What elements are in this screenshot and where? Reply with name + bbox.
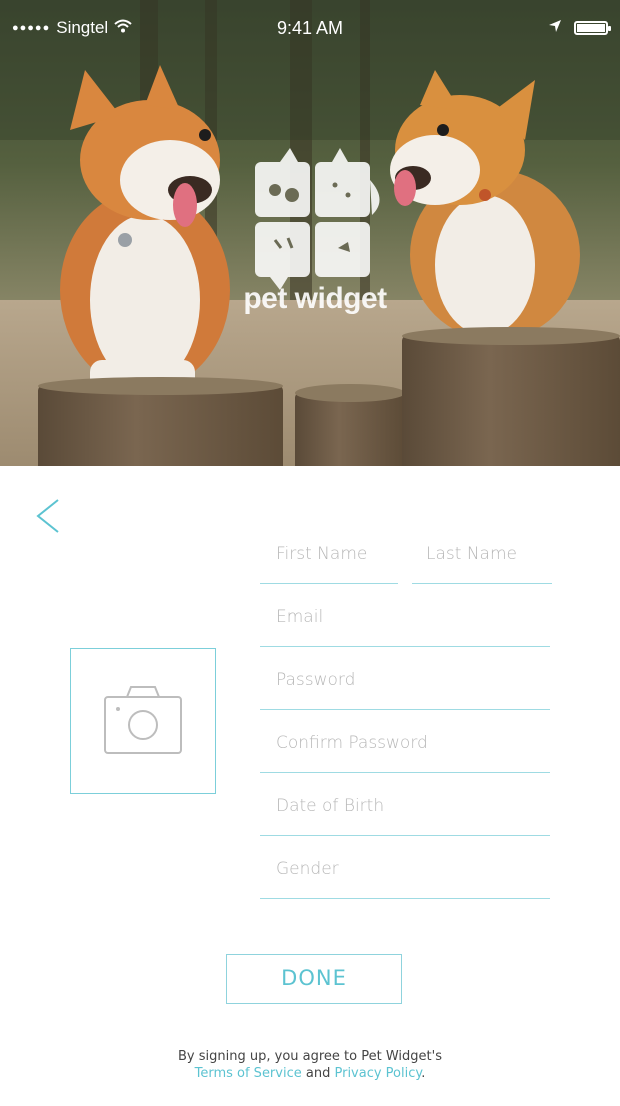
pet-widget-wordmark: pet widget: [243, 282, 387, 315]
legal-period: .: [421, 1066, 426, 1081]
hero-photo: pet widget: [0, 0, 620, 466]
email-field[interactable]: [260, 585, 550, 647]
middle-stump: [295, 384, 405, 466]
back-button[interactable]: [30, 496, 66, 536]
date-of-birth-input[interactable]: [276, 796, 542, 816]
confirm-password-input[interactable]: [276, 733, 542, 753]
email-input[interactable]: [276, 607, 542, 627]
legal-and: and: [305, 1066, 331, 1081]
last-name-input[interactable]: [426, 544, 542, 564]
signup-screen: pet widget ●●●●● Singtel 9:41 AM First N…: [0, 0, 620, 1106]
left-stump: [38, 377, 283, 466]
right-stump: [402, 327, 620, 466]
password-input[interactable]: [276, 670, 542, 690]
add-photo-button[interactable]: [70, 648, 216, 794]
gender-input[interactable]: [276, 859, 542, 879]
last-name-field[interactable]: [412, 522, 552, 584]
status-bar: ●●●●● Singtel 9:41 AM: [0, 0, 620, 56]
chevron-left-icon: [36, 499, 59, 533]
date-of-birth-field[interactable]: [260, 774, 550, 836]
done-button[interactable]: DONE: [226, 954, 402, 1004]
password-field[interactable]: [260, 648, 550, 710]
camera-icon: [104, 686, 182, 754]
location-arrow-icon: [548, 18, 562, 38]
terms-of-service-link[interactable]: Terms of Service: [195, 1066, 302, 1081]
battery-icon: [574, 21, 611, 35]
right-corgi-image: [390, 70, 580, 340]
first-name-input[interactable]: [276, 544, 390, 564]
legal-text: By signing up, you agree to Pet Widget's…: [0, 1048, 620, 1082]
gender-field[interactable]: [260, 837, 550, 899]
first-name-field[interactable]: [260, 522, 398, 584]
left-corgi-image: [60, 65, 230, 390]
privacy-policy-link[interactable]: Privacy Policy: [334, 1066, 421, 1081]
confirm-password-field[interactable]: [260, 711, 550, 773]
status-time: 9:41 AM: [276, 18, 344, 38]
legal-prefix: By signing up, you agree to Pet Widget's: [178, 1049, 442, 1064]
